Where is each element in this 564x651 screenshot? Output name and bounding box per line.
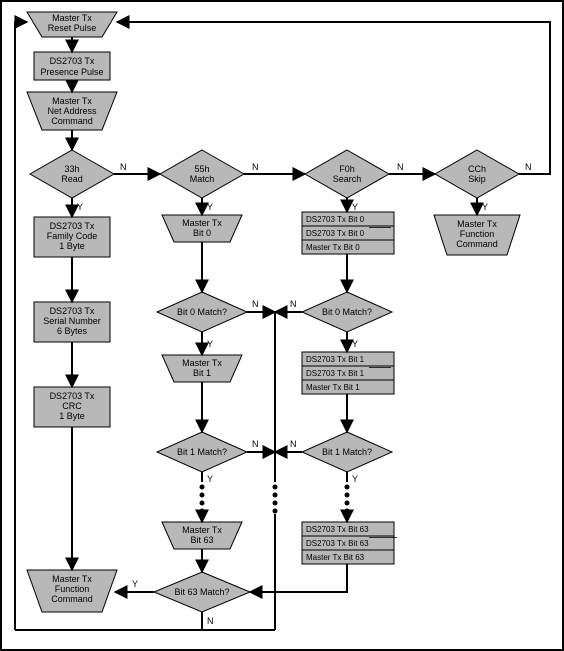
node-cch: CCh Skip (435, 150, 519, 198)
ysb1: Y (352, 474, 358, 484)
sbits0-a: DS2703 Tx Bit 0 (306, 215, 365, 224)
b0match-l1: Bit 0 Match? (177, 307, 227, 317)
mbit1-l1: Master Tx (182, 358, 222, 368)
func1-l2: Function (55, 584, 90, 594)
b63match-l1: Bit 63 Match? (174, 587, 229, 597)
node-sbits1: DS2703 Tx Bit 1 DS2703 Tx Bit 1 Master T… (302, 352, 394, 394)
y33: Y (77, 202, 83, 212)
mbit63-l1: Master Tx (182, 525, 222, 535)
n4: N (525, 162, 532, 172)
node-sb0match: Bit 0 Match? (302, 292, 392, 332)
nsb0: N (290, 299, 297, 309)
mbit1-l2: Bit 1 (193, 368, 211, 378)
netaddr-l3: Command (51, 116, 93, 126)
node-mbit63: Master Tx Bit 63 (162, 522, 242, 549)
node-presence: DS2703 Tx Presence Pulse (34, 52, 110, 80)
df0h-l1: F0h (339, 164, 355, 174)
node-sb1match: Bit 1 Match? (302, 432, 392, 472)
node-33h: 33h Read (30, 150, 114, 198)
d55h-l1: 55h (194, 164, 209, 174)
node-sbits0: DS2703 Tx Bit 0 DS2703 Tx Bit 0 Master T… (302, 212, 394, 254)
sbits1-b: DS2703 Tx Bit 1 (306, 369, 365, 378)
mbit63-l2: Bit 63 (190, 535, 213, 545)
nb0: N (252, 299, 259, 309)
node-serial: DS2703 Tx Serial Number 6 Bytes (34, 302, 110, 342)
yb0: Y (207, 339, 213, 349)
node-crc: DS2703 Tx CRC 1 Byte (34, 387, 110, 427)
d33h-l1: 33h (64, 164, 79, 174)
node-family: DS2703 Tx Family Code 1 Byte (34, 217, 110, 257)
n3: N (397, 162, 404, 172)
node-reset: Master Tx Reset Pulse (27, 12, 117, 37)
sbits63-c: Master Tx Bit 63 (306, 553, 365, 562)
serial-l3: 6 Bytes (57, 326, 88, 336)
node-mbit1: Master Tx Bit 1 (162, 355, 242, 382)
node-b63match: Bit 63 Match? (154, 572, 250, 612)
node-func1: Master Tx Function Command (27, 570, 117, 612)
func1-l3: Command (51, 594, 93, 604)
sbits1-a: DS2703 Tx Bit 1 (306, 355, 365, 364)
nb1: N (252, 439, 259, 449)
func2-l3: Command (456, 239, 498, 249)
nsb1: N (290, 439, 297, 449)
node-func2: Master Tx Function Command (434, 215, 520, 255)
dcch-l1: CCh (468, 164, 486, 174)
family-l2: Family Code (47, 231, 98, 241)
dots-mid (273, 485, 278, 514)
presence-l2: Presence Pulse (40, 67, 103, 77)
n2: N (252, 162, 259, 172)
mbit0-l2: Bit 0 (193, 228, 211, 238)
sbits0-c: Master Tx Bit 0 (306, 243, 360, 252)
node-mbit0: Master Tx Bit 0 (162, 215, 242, 242)
crc-l2: CRC (62, 401, 82, 411)
dcch-l2: Skip (468, 174, 486, 184)
func2-l1: Master Tx (457, 219, 497, 229)
node-f0h: F0h Search (305, 150, 389, 198)
node-b0match: Bit 0 Match? (157, 292, 247, 332)
presence-l1: DS2703 Tx (50, 56, 95, 66)
d33h-l2: Read (61, 174, 83, 184)
b1match-l1: Bit 1 Match? (177, 447, 227, 457)
ycc: Y (482, 202, 488, 212)
func2-l2: Function (460, 229, 495, 239)
dots-col3 (345, 485, 350, 514)
node-sbits63: DS2703 Tx Bit 63 DS2703 Tx Bit 63 Master… (302, 522, 397, 564)
mbit0-l1: Master Tx (182, 218, 222, 228)
yb1: Y (207, 474, 213, 484)
nb63: N (207, 616, 214, 626)
y55: Y (207, 202, 213, 212)
sbits63-b: DS2703 Tx Bit 63 (306, 539, 369, 548)
n1: N (120, 162, 127, 172)
ysb0: Y (352, 339, 358, 349)
crc-l1: DS2703 Tx (50, 391, 95, 401)
yf0: Y (352, 202, 358, 212)
serial-l2: Serial Number (43, 316, 101, 326)
dots-col2 (200, 485, 205, 514)
sbits0-b: DS2703 Tx Bit 0 (306, 229, 365, 238)
func1-l1: Master Tx (52, 574, 92, 584)
netaddr-l1: Master Tx (52, 96, 92, 106)
family-l3: 1 Byte (59, 241, 85, 251)
sbits1-c: Master Tx Bit 1 (306, 383, 360, 392)
sb0match-l1: Bit 0 Match? (322, 307, 372, 317)
sbits63-a: DS2703 Tx Bit 63 (306, 525, 369, 534)
df0h-l2: Search (333, 174, 362, 184)
sb1match-l1: Bit 1 Match? (322, 447, 372, 457)
netaddr-l2: Net Address (47, 106, 97, 116)
family-l1: DS2703 Tx (50, 221, 95, 231)
yb63: Y (132, 579, 138, 589)
reset-l1: Master Tx (52, 13, 92, 23)
reset-l2: Reset Pulse (48, 23, 97, 33)
serial-l1: DS2703 Tx (50, 306, 95, 316)
d55h-l2: Match (190, 174, 215, 184)
crc-l3: 1 Byte (59, 411, 85, 421)
node-b1match: Bit 1 Match? (157, 432, 247, 472)
node-55h: 55h Match (160, 150, 244, 198)
node-netaddr: Master Tx Net Address Command (27, 92, 117, 130)
